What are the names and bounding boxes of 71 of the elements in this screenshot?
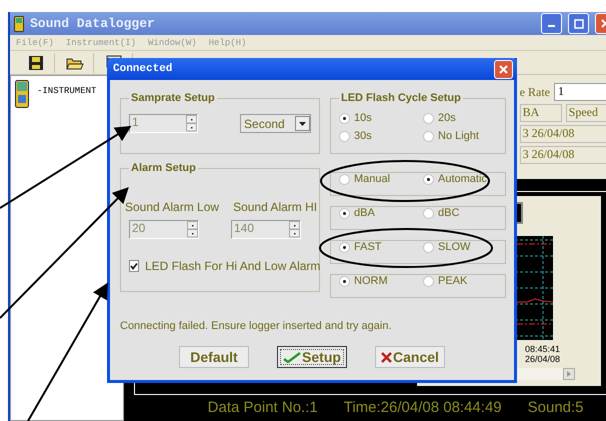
time-field: 3 26/04/08 [520,146,606,164]
unit-field: BA [520,104,562,122]
menu-item[interactable]: Help(H) [208,38,246,48]
status-message: Connecting failed. Ensure logger inserted and try again. [119,319,393,332]
window-title: Sound Datalogger [30,16,156,31]
rate-label: e Rate [520,84,550,100]
meter-icon [14,16,24,32]
radio-label[interactable]: No Light [438,130,479,142]
radio-label[interactable]: NORM [354,275,388,287]
radio-label[interactable]: 30s [354,130,372,142]
radio-button[interactable] [423,174,434,184]
status-text: Data Point No.:1 [208,399,318,417]
speed-field: Speed [566,104,606,122]
dialog-button[interactable]: Setup [277,346,347,368]
status-text: Sound:5 [528,399,584,417]
group-title: LED Flash Cycle Setup [340,92,462,104]
spin-arrows-icon[interactable] [187,221,198,238]
dialog-button[interactable]: Cancel [375,346,445,368]
alarm-low-field[interactable]: 20 [129,220,199,239]
close-icon [499,64,508,74]
time-field: 3 26/04/08 [520,125,606,143]
radio-label[interactable]: dBC [438,207,460,219]
radio-label[interactable]: Manual [354,173,390,185]
radio-label[interactable]: PEAK [438,275,468,287]
alarm-hi-field[interactable]: 140 [231,220,301,239]
menu-item[interactable]: File(F) [16,38,54,48]
radio-button[interactable] [423,112,434,124]
tree-item[interactable]: -INSTRUMENT [37,86,96,96]
radio-label[interactable]: SLOW [438,241,470,253]
dialog-button[interactable]: Default [179,346,249,368]
radio-button[interactable] [423,242,434,252]
checkbox-label[interactable]: LED Flash For Hi And Low Alarm [145,259,320,273]
radio-button[interactable] [339,130,350,142]
radio-button[interactable] [423,208,434,218]
radio-button[interactable] [339,208,350,218]
radio-label[interactable]: Automatic [438,173,487,185]
folder-icon[interactable] [66,56,84,70]
maximize-icon [574,18,584,28]
minimize-button[interactable] [541,13,562,34]
radio-button[interactable] [423,276,434,286]
rate-field[interactable]: 1 [554,83,606,101]
radio-button[interactable] [339,174,350,184]
checkbox[interactable] [129,260,139,272]
radio-label[interactable]: FAST [354,241,382,253]
menu-item[interactable]: Window(W) [148,38,197,48]
unit-dropdown[interactable]: Second [240,114,311,133]
radio-button[interactable] [423,130,434,142]
radio-label[interactable]: dBA [354,207,375,219]
group-title: Samprate Setup [130,92,216,104]
radio-button[interactable] [339,276,350,286]
save-icon[interactable] [28,54,44,70]
chart-time-label: 08:45:41 26/04/08 [525,344,562,364]
field-label: Sound Alarm HI [233,200,318,214]
radio-button[interactable] [339,112,350,124]
meter-icon[interactable] [15,80,29,108]
status-text: Time:26/04/08 08:44:49 [344,399,502,417]
spin-arrows-icon[interactable] [186,115,198,132]
check-icon [283,351,302,363]
close-button[interactable] [494,60,513,78]
radio-label[interactable]: 10s [354,112,372,124]
checkmark-icon [130,262,138,270]
group-title: Alarm Setup [130,162,197,174]
spin-arrows-icon[interactable] [289,221,300,238]
menu-item[interactable]: Instrument(I) [66,38,136,48]
radio-button[interactable] [339,242,350,252]
cross-icon [381,352,392,362]
radio-label[interactable]: 20s [438,112,456,124]
maximize-button[interactable] [568,13,589,34]
samprate-field[interactable]: 1 [129,114,198,133]
field-label: Sound Alarm Low [125,200,220,214]
dialog-title: Connected [113,63,172,75]
